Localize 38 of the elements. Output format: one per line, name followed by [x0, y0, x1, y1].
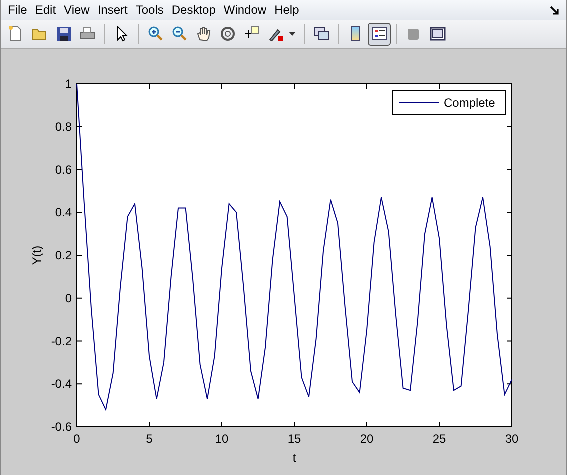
window-frame-icon — [430, 26, 446, 42]
menu-item[interactable]: View — [60, 2, 94, 18]
legend-line-swatch — [398, 102, 440, 104]
legend-icon — [372, 26, 388, 42]
y-tick-label: 1 — [65, 77, 72, 91]
y-axis-label: Y(t) — [30, 246, 44, 266]
legend-label: Complete — [444, 96, 496, 110]
zoom-out-icon — [172, 26, 188, 42]
menu-item[interactable]: Desktop — [168, 2, 220, 18]
x-axis-label: t — [292, 451, 296, 465]
y-tick-label: -0.6 — [51, 420, 72, 434]
dock-arrow-icon[interactable] — [550, 6, 560, 16]
x-tick-label: 25 — [432, 432, 446, 446]
menu-item[interactable]: File — [4, 2, 32, 18]
y-tick-label: 0.8 — [55, 120, 72, 134]
new-file-icon — [8, 26, 24, 42]
x-tick-label: 0 — [74, 432, 80, 446]
x-tick-label: 5 — [146, 432, 153, 446]
x-tick-label: 30 — [505, 432, 519, 446]
legend-button[interactable] — [368, 22, 391, 46]
y-tick-label: 0 — [65, 291, 72, 306]
y-tick-label: -0.4 — [51, 377, 72, 392]
menu-item[interactable]: Insert — [94, 2, 132, 18]
y-tick-label: 0.4 — [55, 206, 72, 220]
hand-icon — [196, 26, 212, 42]
caret-icon[interactable] — [289, 32, 296, 36]
x-tick-label: 20 — [360, 432, 374, 446]
menu-item[interactable]: Edit — [31, 2, 60, 18]
menu-item[interactable]: Window — [220, 2, 271, 18]
y-tick-label: -0.2 — [51, 334, 72, 348]
menu-item[interactable]: Help — [270, 2, 304, 18]
zoom-in-icon — [148, 26, 164, 42]
menu-item[interactable]: Tools — [132, 2, 168, 18]
x-tick-label: 10 — [215, 432, 229, 446]
printer-icon — [80, 26, 96, 42]
y-tick-label: 0.2 — [55, 248, 72, 262]
y-tick-label: 0.6 — [55, 162, 72, 177]
x-tick-label: 15 — [288, 432, 302, 446]
